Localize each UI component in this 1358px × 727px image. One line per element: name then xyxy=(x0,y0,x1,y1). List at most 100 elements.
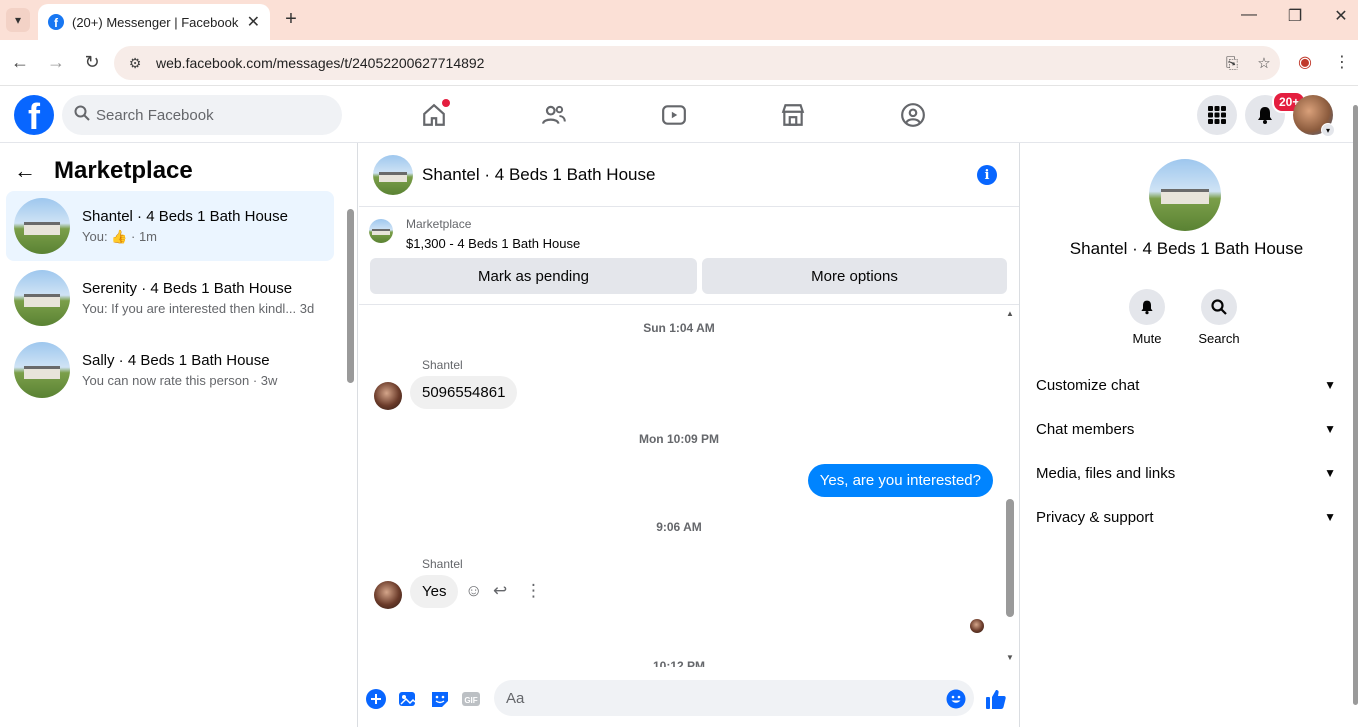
sender-avatar[interactable] xyxy=(374,581,402,609)
chrome-menu-icon[interactable]: ⋮ xyxy=(1330,52,1354,72)
profile-icon[interactable]: ◉ xyxy=(1293,52,1317,72)
browser-tab[interactable]: f (20+) Messenger | Facebook ✕ xyxy=(38,4,270,40)
chevron-down-icon: ▼ xyxy=(1324,466,1336,480)
conversation-item[interactable]: Sally · 4 Beds 1 Bath House You can now … xyxy=(6,335,334,405)
conversation-preview: You can now rate this person · 3w xyxy=(82,373,278,388)
facebook-favicon-icon: f xyxy=(48,14,64,30)
mute-button[interactable]: Mute xyxy=(1117,289,1177,346)
tab-search-chevron-icon[interactable]: ▾ xyxy=(6,8,30,32)
forward-icon[interactable]: → xyxy=(44,52,68,73)
search-label: Search xyxy=(1198,331,1240,346)
scroll-up-icon[interactable]: ▲ xyxy=(1004,309,1016,318)
back-arrow-icon[interactable]: ← xyxy=(14,158,46,184)
chevron-down-icon: ▼ xyxy=(1324,378,1336,392)
facebook-logo-icon[interactable]: f xyxy=(14,95,54,135)
conversation-list-panel: ← Marketplace Shantel · 4 Beds 1 Bath Ho… xyxy=(0,143,358,727)
info-icon[interactable]: i xyxy=(977,165,997,185)
close-tab-icon[interactable]: ✕ xyxy=(247,12,260,32)
friends-icon[interactable] xyxy=(538,99,570,131)
close-window-icon[interactable]: ✕ xyxy=(1326,6,1356,26)
new-tab-button[interactable]: + xyxy=(280,8,302,30)
mute-label: Mute xyxy=(1132,331,1162,346)
sender-name: Shantel xyxy=(422,358,463,372)
scrollbar-thumb[interactable] xyxy=(347,209,354,383)
chevron-down-icon: ▼ xyxy=(1324,422,1336,436)
bell-icon xyxy=(1129,289,1165,325)
timestamp: Mon 10:09 PM xyxy=(638,432,719,446)
reload-icon[interactable]: ↻ xyxy=(80,52,104,73)
customize-chat-section[interactable]: Customize chat ▼ xyxy=(1036,367,1336,403)
facebook-search[interactable] xyxy=(62,95,342,135)
conversation-item[interactable]: Serenity · 4 Beds 1 Bath House You: If y… xyxy=(6,263,334,333)
react-emoji-icon[interactable]: ☺ xyxy=(465,581,482,601)
listing-label: Marketplace xyxy=(406,217,472,231)
restore-icon[interactable]: ❐ xyxy=(1280,6,1310,26)
search-icon xyxy=(74,105,96,125)
seen-indicator-avatar xyxy=(970,619,984,633)
marketplace-icon[interactable] xyxy=(777,99,809,131)
media-files-links-section[interactable]: Media, files and links ▼ xyxy=(1036,455,1336,491)
message-bubble[interactable]: Yes xyxy=(410,575,459,608)
groups-icon[interactable] xyxy=(897,99,929,131)
scrollbar-thumb[interactable] xyxy=(1006,499,1014,617)
chat-members-section[interactable]: Chat members ▼ xyxy=(1036,411,1336,447)
back-icon[interactable]: ← xyxy=(8,52,32,73)
more-options-button[interactable]: More options xyxy=(702,258,1007,294)
search-input[interactable] xyxy=(96,106,326,124)
listing-thumbnail xyxy=(14,198,70,254)
message-bubble[interactable]: 5096554861 xyxy=(410,376,518,409)
panel-header: ← Marketplace xyxy=(14,157,193,185)
sender-avatar[interactable] xyxy=(374,382,402,410)
reply-icon[interactable]: ↩ xyxy=(493,581,507,601)
conversation-name: Serenity · 4 Beds 1 Bath House xyxy=(82,280,293,297)
site-info-icon[interactable]: ⚙ xyxy=(120,55,150,72)
profile-avatar[interactable] xyxy=(1149,159,1221,231)
more-actions-icon[interactable]: ⋮ xyxy=(525,581,542,601)
account-avatar[interactable]: ▾ xyxy=(1293,95,1335,137)
chat-title[interactable]: Shantel · 4 Beds 1 Bath House xyxy=(422,165,655,185)
conversation-name: Sally · 4 Beds 1 Bath House xyxy=(82,352,270,369)
conversation-name: Shantel · 4 Beds 1 Bath House xyxy=(82,207,288,225)
message-composer: GIF xyxy=(359,679,1019,721)
address-bar-row: ← → ↻ ⚙ web.facebook.com/messages/t/2405… xyxy=(0,40,1358,86)
message-input[interactable] xyxy=(494,680,974,716)
chat-avatar[interactable] xyxy=(373,154,413,195)
search-conversation-button[interactable]: Search xyxy=(1189,289,1249,346)
mark-as-pending-button[interactable]: Mark as pending xyxy=(370,258,697,294)
url-text[interactable]: web.facebook.com/messages/t/240522006277… xyxy=(156,55,1216,71)
thumbs-up-send-icon[interactable] xyxy=(985,688,1007,710)
listing-price[interactable]: $1,300 - 4 Beds 1 Bath House xyxy=(406,236,580,251)
bookmark-star-icon[interactable]: ☆ xyxy=(1248,54,1280,72)
emoji-icon[interactable] xyxy=(945,688,967,710)
page-scrollbar[interactable] xyxy=(1352,87,1358,727)
conversation-scrollbar[interactable] xyxy=(346,201,354,391)
listing-thumbnail xyxy=(14,342,70,398)
message-bubble-sent[interactable]: Yes, are you interested? xyxy=(807,464,993,497)
timestamp: 10:12 PM xyxy=(652,659,706,667)
photo-icon[interactable] xyxy=(397,688,419,710)
gif-icon[interactable]: GIF xyxy=(460,688,482,710)
sticker-icon[interactable] xyxy=(429,688,451,710)
home-notification-dot xyxy=(442,99,450,107)
home-icon[interactable] xyxy=(418,99,450,131)
listing-thumbnail[interactable] xyxy=(369,219,393,243)
address-bar[interactable]: ⚙ web.facebook.com/messages/t/2405220062… xyxy=(114,46,1280,80)
browser-tabbar: ▾ f (20+) Messenger | Facebook ✕ + — ❐ ✕ xyxy=(0,0,1358,40)
conversation-item[interactable]: Shantel · 4 Beds 1 Bath House You: 👍 · 1… xyxy=(6,191,334,261)
conversation-preview: You: If you are interested then kindl...… xyxy=(82,301,315,316)
panel-title: Marketplace xyxy=(54,157,193,184)
marketplace-listing-bar: Marketplace $1,300 - 4 Beds 1 Bath House… xyxy=(359,207,1019,305)
scroll-down-icon[interactable]: ▼ xyxy=(1004,653,1016,662)
conversation-preview: You: 👍 · 1m xyxy=(82,228,157,244)
message-scrollbar[interactable]: ▲ ▼ xyxy=(1004,307,1016,667)
chevron-down-icon: ▾ xyxy=(1321,123,1335,137)
scrollbar-thumb[interactable] xyxy=(1353,105,1358,705)
plus-icon[interactable] xyxy=(365,688,387,710)
conversation-details-panel: Shantel · 4 Beds 1 Bath House Mute Searc… xyxy=(1019,143,1352,727)
install-app-icon[interactable]: ⎘ xyxy=(1216,55,1248,72)
privacy-support-section[interactable]: Privacy & support ▼ xyxy=(1036,499,1336,535)
minimize-icon[interactable]: — xyxy=(1234,6,1264,24)
menu-grid-icon[interactable] xyxy=(1197,95,1237,135)
profile-name: Shantel · 4 Beds 1 Bath House xyxy=(1069,239,1304,258)
watch-video-icon[interactable] xyxy=(658,99,690,131)
